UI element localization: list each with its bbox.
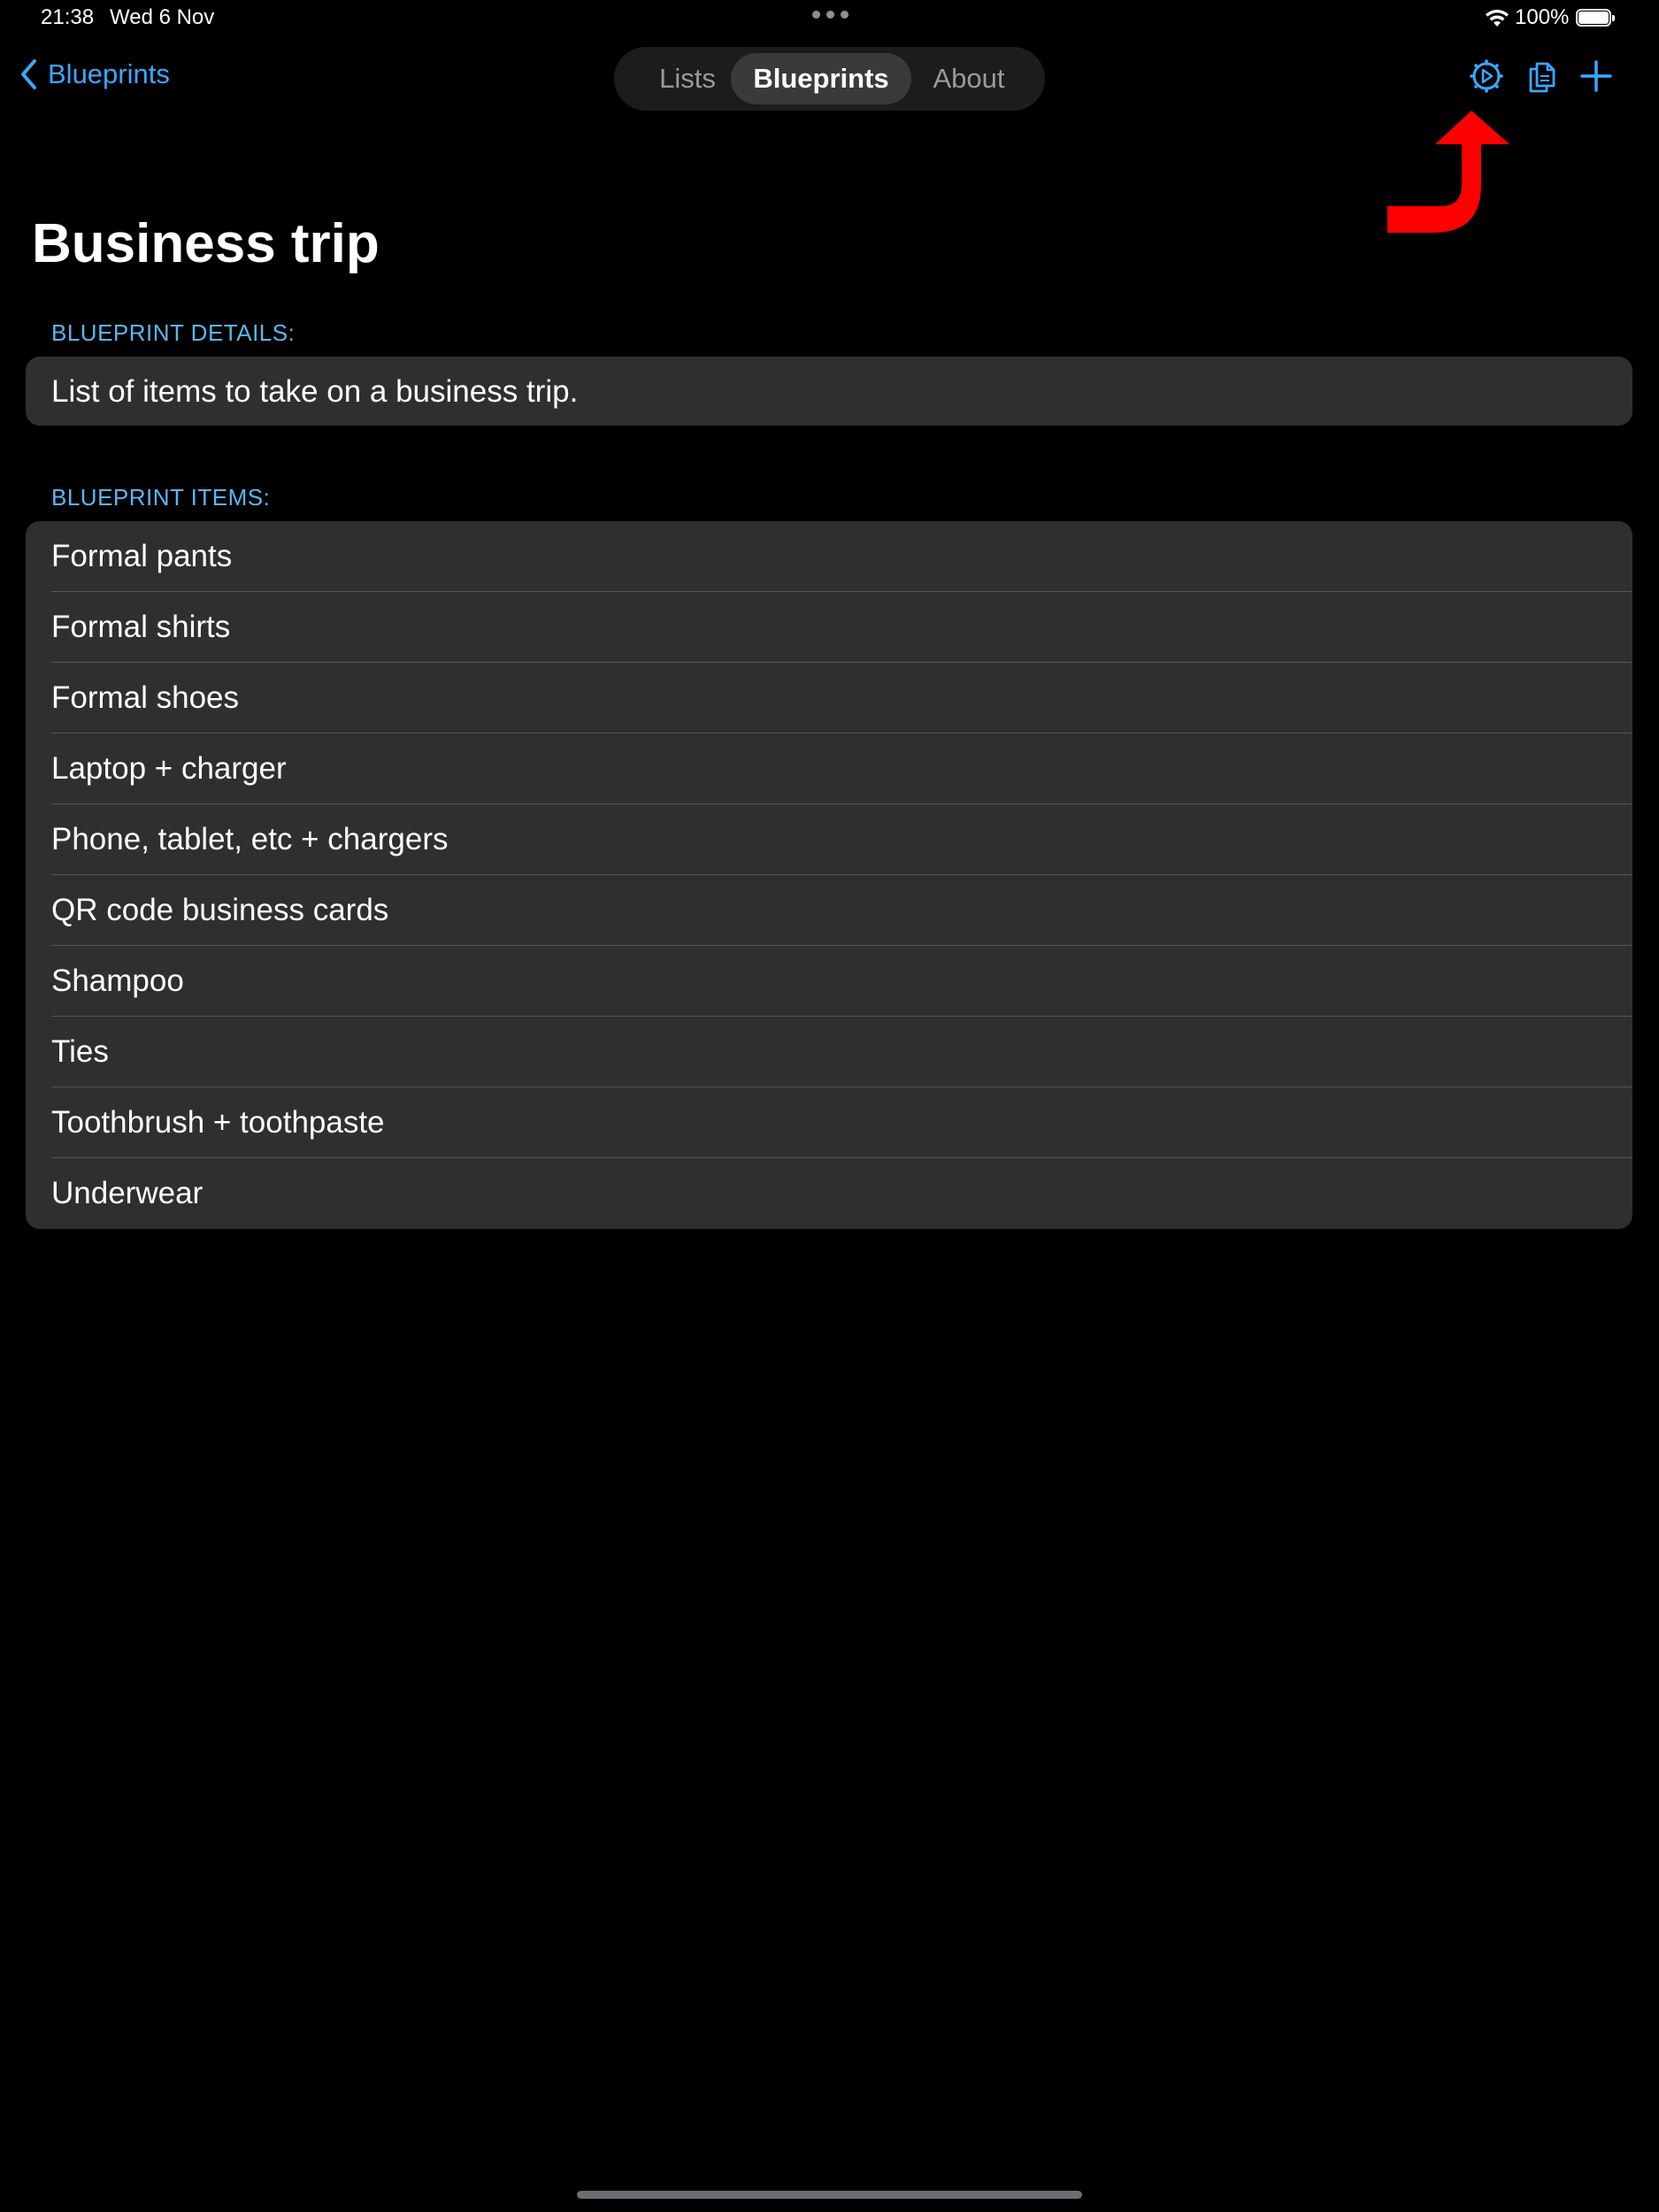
battery-icon	[1576, 9, 1615, 28]
settings-button[interactable]	[1469, 58, 1504, 98]
list-item[interactable]: QR code business cards	[26, 875, 1632, 946]
blueprint-items-header: BLUEPRINT ITEMS:	[51, 484, 271, 511]
multitasking-menu-icon[interactable]	[812, 11, 849, 19]
blueprint-items-list: Formal pants Formal shirts Formal shoes …	[26, 521, 1632, 1229]
list-item[interactable]: Formal pants	[26, 521, 1632, 592]
app-screen: 21:38 Wed 6 Nov 100% Blueprints Lists Bl…	[0, 0, 1659, 2212]
page-title: Business trip	[32, 213, 380, 274]
segmented-control: Lists Blueprints About	[614, 47, 1045, 111]
list-item[interactable]: Ties	[26, 1017, 1632, 1087]
plus-icon	[1580, 60, 1612, 92]
segment-about[interactable]: About	[916, 47, 1022, 111]
list-item[interactable]: Underwear	[26, 1158, 1632, 1229]
status-date: Wed 6 Nov	[110, 5, 215, 29]
wifi-icon	[1486, 9, 1509, 27]
list-item[interactable]: Formal shirts	[26, 592, 1632, 663]
list-item-label: Formal shirts	[51, 610, 231, 644]
list-item[interactable]: Laptop + charger	[26, 733, 1632, 804]
list-item[interactable]: Toothbrush + toothpaste	[26, 1087, 1632, 1158]
status-time: 21:38	[41, 5, 95, 29]
list-item-label: Ties	[51, 1034, 109, 1069]
list-item-label: Phone, tablet, etc + chargers	[51, 822, 449, 856]
home-indicator[interactable]	[577, 2191, 1082, 2199]
blueprint-details-text: List of items to take on a business trip…	[51, 374, 579, 409]
settings-icon	[1470, 59, 1503, 93]
copy-button[interactable]	[1525, 58, 1560, 98]
chevron-left-icon	[21, 59, 36, 89]
list-item-label: Formal pants	[51, 539, 233, 573]
back-button[interactable]: Blueprints	[19, 58, 170, 90]
list-item[interactable]: Phone, tablet, etc + chargers	[26, 804, 1632, 875]
status-bar: 21:38 Wed 6 Nov 100%	[0, 0, 1659, 39]
add-button[interactable]	[1578, 58, 1614, 98]
list-item[interactable]: Shampoo	[26, 946, 1632, 1017]
list-item-label: Shampoo	[51, 964, 184, 998]
list-item-label: QR code business cards	[51, 893, 389, 927]
list-item-label: Formal shoes	[51, 680, 240, 715]
list-item[interactable]: Formal shoes	[26, 663, 1632, 733]
blueprint-details-card[interactable]: List of items to take on a business trip…	[26, 357, 1632, 426]
blueprint-details-header: BLUEPRINT DETAILS:	[51, 319, 296, 346]
list-item-label: Underwear	[51, 1176, 204, 1210]
back-button-label: Blueprints	[48, 58, 170, 89]
copy-icon	[1529, 62, 1555, 93]
battery-percentage: 100%	[1515, 5, 1570, 29]
segment-lists[interactable]: Lists	[632, 47, 743, 111]
segment-blueprints[interactable]: Blueprints	[731, 53, 911, 104]
annotation-arrow-icon	[1387, 111, 1509, 233]
list-item-label: Toothbrush + toothpaste	[51, 1105, 385, 1140]
list-item-label: Laptop + charger	[51, 751, 287, 786]
